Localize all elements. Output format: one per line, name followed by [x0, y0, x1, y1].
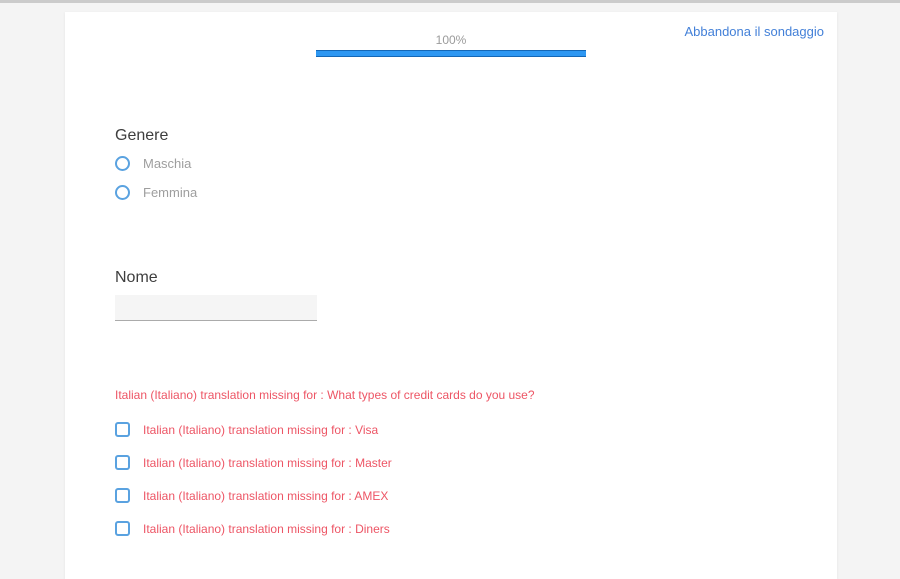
radio-option-maschia[interactable]: Maschia: [115, 156, 787, 171]
question-gender-title: Genere: [115, 126, 787, 145]
checkbox-icon[interactable]: [115, 521, 130, 536]
progress-percentage-label: 100%: [316, 33, 586, 47]
progress-bar-track: [316, 50, 586, 57]
checkbox-option-visa[interactable]: Italian (Italiano) translation missing f…: [115, 422, 787, 437]
question-name: Nome: [115, 268, 787, 321]
survey-header: 100% Abbandona il sondaggio: [65, 12, 837, 57]
checkbox-option-amex[interactable]: Italian (Italiano) translation missing f…: [115, 488, 787, 503]
question-credit-cards: Italian (Italiano) translation missing f…: [115, 388, 787, 536]
question-credit-cards-title: Italian (Italiano) translation missing f…: [115, 388, 787, 402]
survey-content: Genere Maschia Femmina Nome Italian (Ita…: [65, 126, 837, 536]
progress-bar-fill: [316, 50, 586, 57]
radio-button-icon[interactable]: [115, 156, 130, 171]
checkbox-option-master[interactable]: Italian (Italiano) translation missing f…: [115, 455, 787, 470]
checkbox-icon[interactable]: [115, 422, 130, 437]
checkbox-option-label: Italian (Italiano) translation missing f…: [143, 423, 378, 437]
checkbox-icon[interactable]: [115, 488, 130, 503]
checkbox-option-label: Italian (Italiano) translation missing f…: [143, 522, 390, 536]
browser-top-strip: [0, 0, 900, 3]
checkbox-icon[interactable]: [115, 455, 130, 470]
radio-button-icon[interactable]: [115, 185, 130, 200]
checkbox-option-label: Italian (Italiano) translation missing f…: [143, 456, 392, 470]
abandon-survey-link[interactable]: Abbandona il sondaggio: [684, 24, 824, 39]
survey-card: 100% Abbandona il sondaggio Genere Masch…: [65, 12, 837, 579]
question-name-title: Nome: [115, 268, 787, 287]
checkbox-option-diners[interactable]: Italian (Italiano) translation missing f…: [115, 521, 787, 536]
progress-bar: 100%: [316, 33, 586, 57]
radio-option-label: Maschia: [143, 156, 191, 171]
question-gender: Genere Maschia Femmina: [115, 126, 787, 200]
radio-option-label: Femmina: [143, 185, 197, 200]
name-text-input[interactable]: [115, 295, 317, 321]
checkbox-option-label: Italian (Italiano) translation missing f…: [143, 489, 388, 503]
radio-option-femmina[interactable]: Femmina: [115, 185, 787, 200]
